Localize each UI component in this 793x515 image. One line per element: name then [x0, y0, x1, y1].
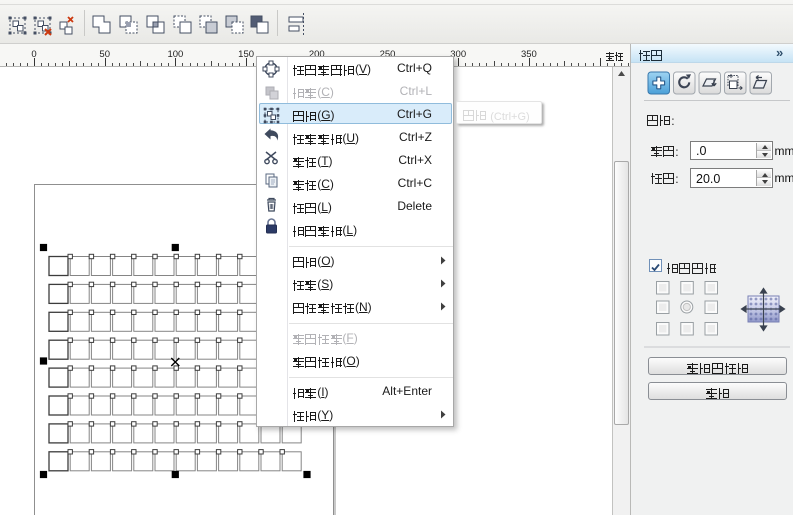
- svg-text:0: 0: [31, 49, 36, 60]
- svg-text:150: 150: [238, 49, 254, 60]
- svg-text:100: 100: [167, 49, 183, 60]
- svg-text:50: 50: [99, 49, 110, 60]
- svg-text:350: 350: [521, 49, 537, 60]
